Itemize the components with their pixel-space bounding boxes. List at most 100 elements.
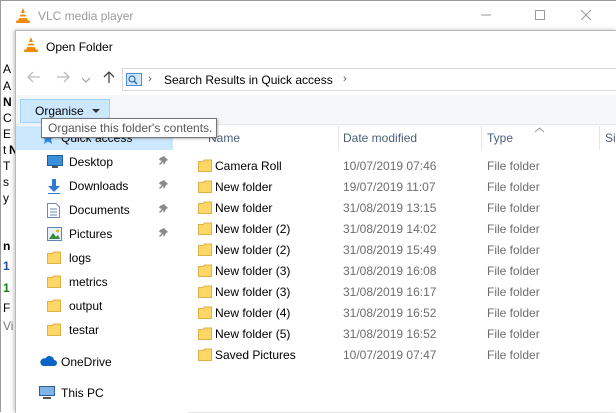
- file-row[interactable]: New folder (3) 31/08/2019 16:17 File folde…: [188, 282, 616, 303]
- breadcrumb-chevron-icon[interactable]: ›: [343, 73, 347, 85]
- sidebar-item-pictures[interactable]: Pictures: [16, 222, 173, 246]
- caret-down-icon: [92, 109, 100, 113]
- pin-icon: [159, 179, 168, 189]
- bg-letter: E: [3, 127, 12, 141]
- file-row[interactable]: New folder (2) 31/08/2019 14:02 File folde…: [188, 219, 616, 240]
- column-divider[interactable]: [338, 126, 339, 150]
- pin-icon[interactable]: [159, 227, 170, 241]
- file-date-modified: 31/08/2019 16:17: [343, 285, 437, 299]
- column-header-name[interactable]: Name: [208, 126, 338, 150]
- sidebar-item-metrics[interactable]: metrics: [16, 270, 173, 294]
- bg-letter: y: [3, 191, 9, 205]
- file-type: File folder: [487, 159, 540, 173]
- file-row[interactable]: New folder (4) 31/08/2019 16:52 File folde…: [188, 303, 616, 324]
- bg-letter: T: [3, 159, 11, 173]
- forward-button[interactable]: [56, 70, 76, 88]
- bg-letter: s: [3, 175, 9, 189]
- pin-icon[interactable]: [159, 155, 170, 169]
- folder-icon: [198, 243, 212, 259]
- sidebar-item-downloads[interactable]: Downloads: [16, 174, 173, 198]
- file-type: File folder: [487, 306, 540, 320]
- desktop-icon: [47, 155, 63, 172]
- folder-icon: [47, 275, 61, 291]
- vlc-cone-icon: [24, 37, 38, 55]
- sidebar-item-label: logs: [69, 251, 92, 265]
- file-list: Camera Roll 10/07/2019 07:46 File folder Ne…: [188, 156, 616, 413]
- folder-icon: [198, 327, 212, 343]
- folder-icon: [47, 299, 61, 315]
- bg-letter: C: [3, 111, 12, 125]
- file-name: New folder (2): [215, 243, 291, 257]
- file-name: New folder (3): [215, 264, 291, 278]
- folder-icon: [47, 251, 61, 267]
- folder-icon: [198, 201, 212, 217]
- folder-icon: [198, 264, 212, 280]
- documents-icon: [47, 203, 60, 221]
- file-name: New folder (5): [215, 327, 291, 341]
- breadcrumb-chevron-icon: ›: [148, 73, 152, 85]
- back-arrow-icon: [27, 71, 40, 83]
- download-arrow-icon: [47, 179, 61, 197]
- recent-locations-button[interactable]: [81, 72, 94, 90]
- pin-icon: [159, 155, 168, 165]
- minimize-button[interactable]: [463, 1, 509, 31]
- folder-icon: [47, 323, 61, 339]
- file-date-modified: 31/08/2019 16:52: [343, 327, 437, 341]
- file-row[interactable]: New folder (5) 31/08/2019 16:52 File folde…: [188, 324, 616, 345]
- file-date-modified: 31/08/2019 13:15: [343, 201, 437, 215]
- file-name: New folder: [215, 180, 273, 194]
- pin-icon[interactable]: [159, 179, 170, 193]
- file-row[interactable]: Camera Roll 10/07/2019 07:46 File folder: [188, 156, 616, 177]
- file-row[interactable]: New folder 19/07/2019 11:07 File folder: [188, 177, 616, 198]
- file-type: File folder: [487, 201, 540, 215]
- maximize-button[interactable]: [517, 1, 563, 31]
- back-button[interactable]: [27, 70, 47, 88]
- close-icon: [580, 9, 592, 21]
- sidebar-item-label: metrics: [69, 275, 108, 289]
- bg-letter: A: [3, 79, 12, 93]
- sidebar-item-onedrive[interactable]: OneDrive: [16, 350, 173, 374]
- sidebar-item-label: Desktop: [69, 155, 114, 169]
- organise-label: Organise: [35, 104, 84, 118]
- file-date-modified: 10/07/2019 07:46: [343, 159, 437, 173]
- navigation-pane: Quick access Desktop Downloads Documents Pic…: [16, 126, 188, 413]
- column-divider[interactable]: [481, 126, 482, 150]
- bg-letter: N: [3, 95, 12, 109]
- sidebar-item-label: Documents: [69, 203, 130, 217]
- pictures-icon: [47, 227, 62, 244]
- column-header-size[interactable]: Si: [605, 126, 616, 150]
- organise-tooltip: Organise this folder's contents.: [41, 118, 217, 138]
- file-row[interactable]: New folder (2) 31/08/2019 15:49 File folde…: [188, 240, 616, 261]
- folder-icon: [198, 285, 212, 301]
- file-row[interactable]: New folder (3) 31/08/2019 16:08 File folde…: [188, 261, 616, 282]
- file-name: Camera Roll: [215, 159, 282, 173]
- sidebar-item-this-pc[interactable]: This PC: [16, 381, 173, 405]
- bg-letter: Vi: [3, 319, 14, 333]
- sidebar-item-logs[interactable]: logs: [16, 246, 173, 270]
- dialog-titlebar: Open Folder: [16, 31, 616, 63]
- column-divider[interactable]: [599, 126, 600, 150]
- column-header-date-modified[interactable]: Date modified: [343, 126, 478, 150]
- file-row[interactable]: New folder 31/08/2019 13:15 File folder: [188, 198, 616, 219]
- pin-icon[interactable]: [159, 203, 170, 217]
- sidebar-item-testar[interactable]: testar: [16, 318, 173, 342]
- sidebar-item-label: This PC: [61, 386, 104, 400]
- address-location[interactable]: Search Results in Quick access: [164, 73, 333, 87]
- file-date-modified: 31/08/2019 16:52: [343, 306, 437, 320]
- sidebar-item-output[interactable]: output: [16, 294, 173, 318]
- file-type: File folder: [487, 285, 540, 299]
- pin-icon: [159, 227, 168, 237]
- folder-icon: [198, 348, 212, 364]
- file-date-modified: 31/08/2019 14:02: [343, 222, 437, 236]
- file-row[interactable]: Saved Pictures 10/07/2019 07:47 File folde…: [188, 345, 616, 366]
- sidebar-item-label: output: [69, 299, 103, 313]
- close-button[interactable]: [563, 1, 609, 31]
- dialog-title: Open Folder: [46, 40, 113, 54]
- address-bar[interactable]: › Search Results in Quick access ›: [122, 68, 616, 91]
- column-header-type[interactable]: Type: [487, 126, 597, 150]
- up-button[interactable]: [102, 70, 122, 88]
- bg-letter: t: [3, 143, 7, 157]
- sidebar-item-desktop[interactable]: Desktop: [16, 150, 173, 174]
- file-type: File folder: [487, 243, 540, 257]
- sidebar-item-documents[interactable]: Documents: [16, 198, 173, 222]
